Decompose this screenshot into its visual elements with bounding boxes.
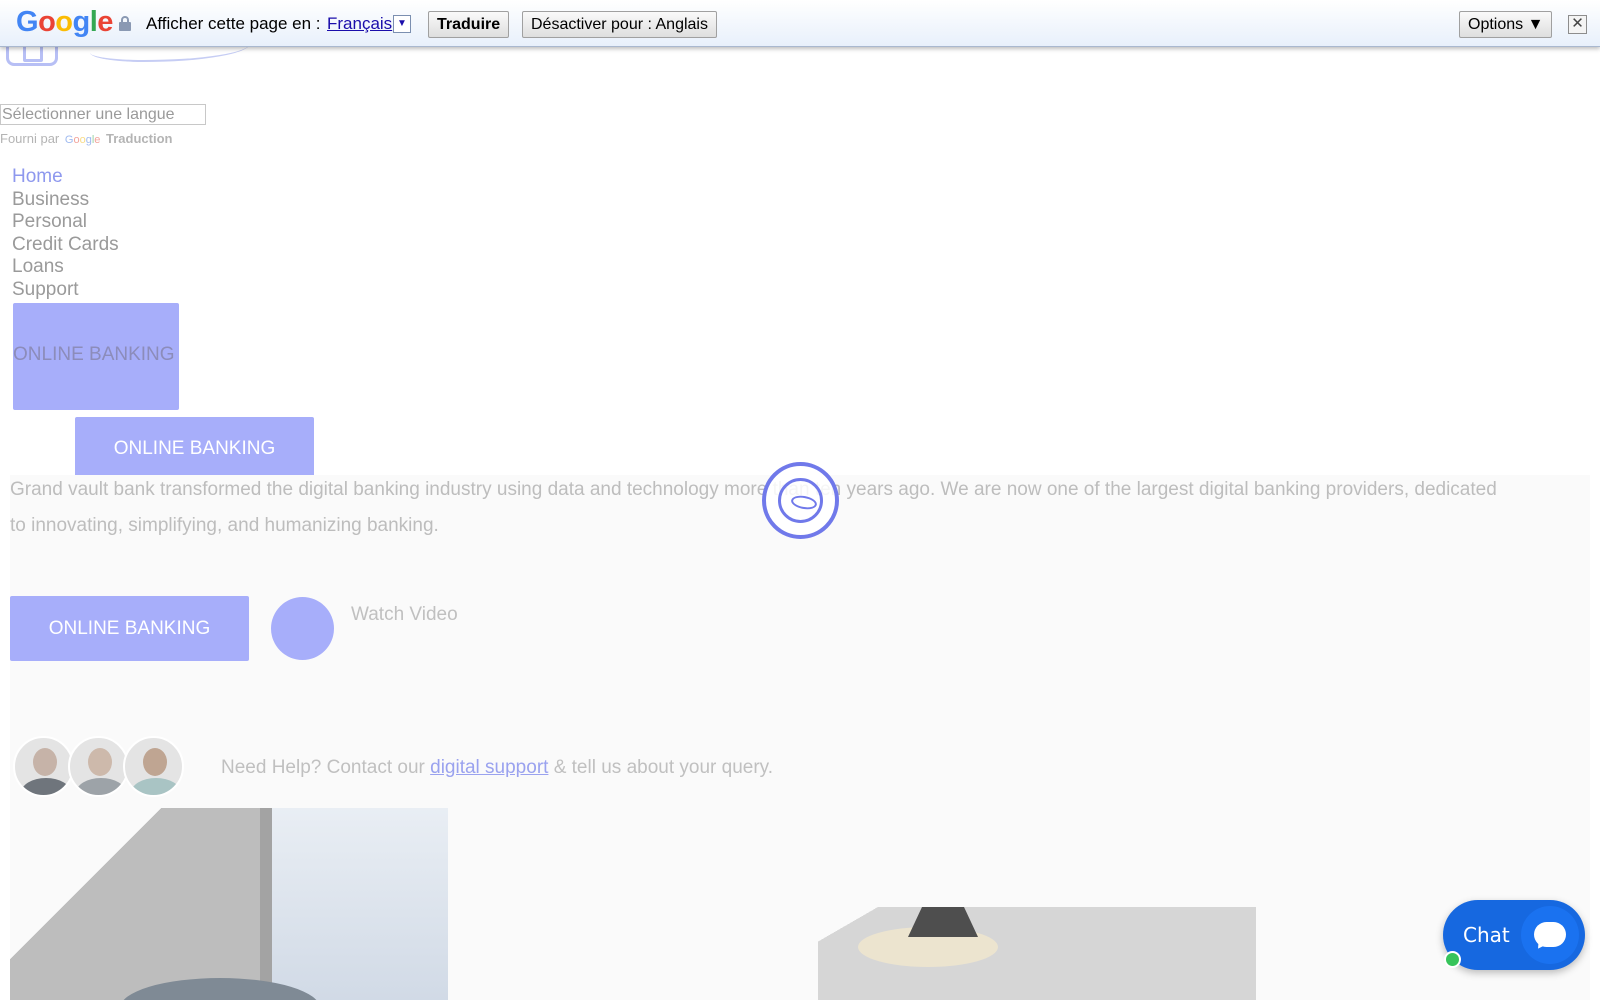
disable-translation-button[interactable]: Désactiver pour : Anglais [522, 11, 717, 38]
avatar-head [88, 748, 112, 776]
digital-support-link[interactable]: digital support [430, 757, 548, 778]
main-nav: Home Business Personal Credit Cards Loan… [12, 166, 119, 301]
online-banking-hero-button[interactable]: ONLINE BANKING [10, 596, 249, 661]
close-icon[interactable]: ✕ [1568, 15, 1587, 34]
avatar [68, 736, 129, 797]
lamp-photo [818, 907, 1256, 1000]
avatar-shoulders [131, 778, 181, 795]
nav-item-loans[interactable]: Loans [12, 256, 119, 279]
nav-item-personal[interactable]: Personal [12, 211, 119, 234]
powered-by: Fourni par Google Traduction [0, 131, 172, 146]
help-prefix: Need Help? Contact our [221, 757, 425, 778]
watch-video-link[interactable]: Watch Video [351, 604, 458, 626]
chat-label: Chat [1463, 923, 1510, 947]
chat-button[interactable]: Chat [1443, 900, 1585, 970]
page: Sélectionner une langue Fourni par Googl… [0, 0, 1600, 1000]
chat-icon-circle [1521, 906, 1579, 964]
options-button[interactable]: Options ▼ [1459, 11, 1553, 38]
loading-spinner-icon [762, 462, 839, 539]
help-suffix: & tell us about your query. [553, 757, 774, 778]
nav-item-business[interactable]: Business [12, 189, 119, 212]
photo-frame [260, 808, 272, 1000]
chat-bubble-icon [1534, 922, 1566, 947]
nav-item-home[interactable]: Home [12, 166, 119, 189]
nav-item-support[interactable]: Support [12, 279, 119, 302]
lock-body [119, 22, 131, 31]
photo-lamp-shade [908, 907, 978, 937]
online-banking-nav-button[interactable]: ONLINE BANKING [13, 303, 179, 410]
avatar-head [33, 748, 57, 776]
loading-spinner-core [790, 493, 818, 512]
photo-window [272, 808, 448, 1000]
google-logo: Google [16, 6, 113, 38]
google-translate-bar: Google Afficher cette page en : Français… [0, 0, 1600, 47]
target-language-link[interactable]: Français [327, 14, 392, 34]
avatar [123, 736, 184, 797]
translate-link[interactable]: Traduction [106, 131, 172, 146]
office-photo [10, 808, 448, 1000]
translate-button[interactable]: Traduire [428, 11, 510, 38]
avatar-shoulders [76, 778, 126, 795]
translate-prompt: Afficher cette page en : [146, 14, 321, 33]
avatar-shoulders [21, 778, 71, 795]
nav-item-credit-cards[interactable]: Credit Cards [12, 234, 119, 257]
help-text: Need Help? Contact our digital support &… [221, 757, 773, 779]
language-select[interactable]: Sélectionner une langue [0, 104, 206, 125]
avatar-head [143, 748, 167, 776]
loading-spinner-ring [778, 478, 823, 523]
powered-by-text: Fourni par [0, 131, 60, 146]
online-status-dot [1444, 951, 1461, 968]
play-video-icon[interactable] [271, 597, 334, 660]
avatar [13, 736, 74, 797]
google-small-logo: Google [64, 134, 101, 146]
lock-icon [119, 16, 131, 31]
online-banking-nav-label: ONLINE BANKING [13, 344, 175, 365]
dropdown-arrow-icon[interactable]: ▼ [393, 15, 411, 33]
